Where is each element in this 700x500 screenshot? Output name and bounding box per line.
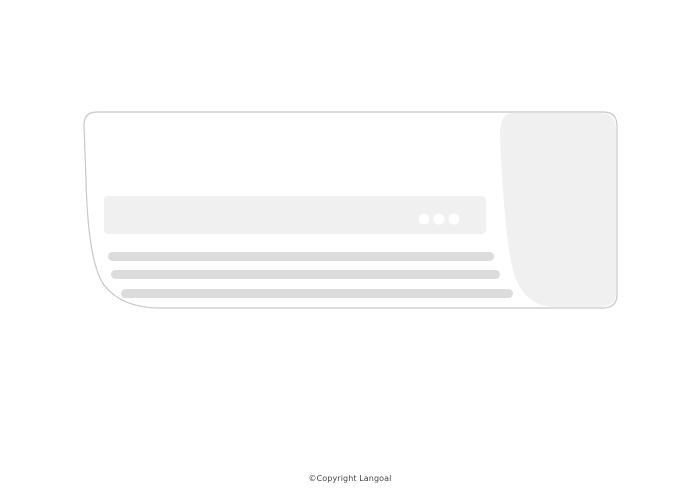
ac-louver <box>111 270 500 279</box>
ac-louver <box>121 289 513 298</box>
indicator-light <box>433 213 445 225</box>
copyright-text: ©Copyright Langoal <box>308 474 392 483</box>
ac-side-panel <box>500 113 616 307</box>
air-conditioner-icon <box>83 111 618 309</box>
ac-louver <box>108 252 494 261</box>
ac-display-panel <box>104 196 486 234</box>
indicator-light <box>448 213 460 225</box>
indicator-light <box>418 213 430 225</box>
